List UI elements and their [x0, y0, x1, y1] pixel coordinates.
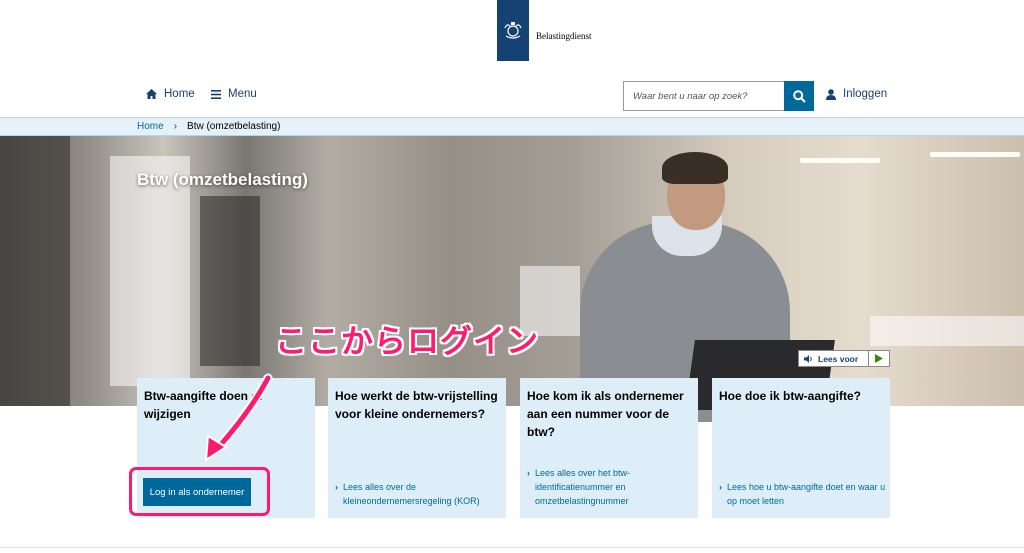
login-label: Inloggen	[843, 88, 888, 100]
crest-icon	[504, 21, 522, 39]
breadcrumb-home-link[interactable]: Home	[137, 121, 164, 132]
card-title: Hoe doe ik btw-aangifte?	[719, 389, 862, 403]
breadcrumb-current: Btw (omzetbelasting)	[187, 121, 281, 132]
chevron-right-icon: ›	[335, 482, 338, 492]
lees-voor-widget: Lees voor	[798, 350, 890, 367]
page-title: Btw (omzetbelasting)	[137, 170, 308, 189]
nav-home-link[interactable]: Home	[146, 88, 195, 100]
speaker-icon	[804, 354, 812, 363]
home-icon	[146, 89, 157, 99]
play-icon	[875, 354, 883, 363]
card-title: Btw-aangifte doen of wijzigen	[144, 389, 263, 421]
lees-voor-label: Lees voor	[818, 353, 859, 364]
card-btw-nummer: Hoe kom ik als ondernemer aan een nummer…	[520, 378, 698, 518]
breadcrumb-bar: Home › Btw (omzetbelasting)	[0, 117, 1024, 136]
hero-wall-left	[0, 136, 70, 406]
menu-icon	[211, 89, 221, 99]
chevron-right-icon: ›	[173, 121, 178, 132]
search-button[interactable]	[784, 81, 814, 111]
hero-person-hair	[662, 152, 728, 184]
user-icon	[826, 88, 836, 100]
logo-text: Belastingdienst	[536, 31, 592, 41]
login-link[interactable]: Inloggen	[826, 88, 887, 100]
lees-voor-button[interactable]: Lees voor	[799, 351, 869, 366]
footer-divider	[0, 547, 1024, 548]
card-link-label: Lees hoe u btw-aangifte doet en waar u o…	[727, 482, 886, 506]
hero-shelf	[110, 156, 190, 386]
card-kor: Hoe werkt de btw-vrijstelling voor klein…	[328, 378, 506, 518]
card-link-kor[interactable]: › Lees alles over de kleineondernemersre…	[335, 480, 503, 508]
hero-ceiling-light	[930, 152, 1020, 157]
logo-bar[interactable]	[497, 0, 529, 61]
login-as-entrepreneur-button[interactable]: Log in als ondernemer	[143, 478, 251, 506]
card-link-label: Lees alles over het btw-identificatienum…	[535, 468, 631, 506]
nav-home-label: Home	[164, 88, 195, 100]
card-title: Hoe werkt de btw-vrijstelling voor klein…	[335, 389, 498, 421]
card-link-btw-nummer[interactable]: › Lees alles over het btw-identificatien…	[527, 466, 695, 508]
breadcrumb: Home › Btw (omzetbelasting)	[137, 121, 280, 132]
hero-counter	[870, 316, 1024, 346]
chevron-right-icon: ›	[527, 468, 530, 478]
search-input[interactable]	[623, 81, 784, 111]
nav-menu-label: Menu	[228, 88, 257, 100]
card-link-btw-aangifte[interactable]: › Lees hoe u btw-aangifte doet en waar u…	[719, 480, 887, 508]
play-button[interactable]	[869, 351, 889, 366]
hero-ceiling-light	[800, 158, 880, 163]
card-btw-aangifte-hoe: Hoe doe ik btw-aangifte? › Lees hoe u bt…	[712, 378, 890, 518]
annotation-text: ここからログイン	[275, 323, 540, 359]
search-icon	[792, 89, 806, 103]
chevron-right-icon: ›	[719, 482, 722, 492]
card-title: Hoe kom ik als ondernemer aan een nummer…	[527, 389, 684, 439]
nav-menu-button[interactable]: Menu	[211, 88, 257, 100]
hero-mirror	[200, 196, 260, 366]
card-link-label: Lees alles over de kleineondernemersrege…	[343, 482, 480, 506]
